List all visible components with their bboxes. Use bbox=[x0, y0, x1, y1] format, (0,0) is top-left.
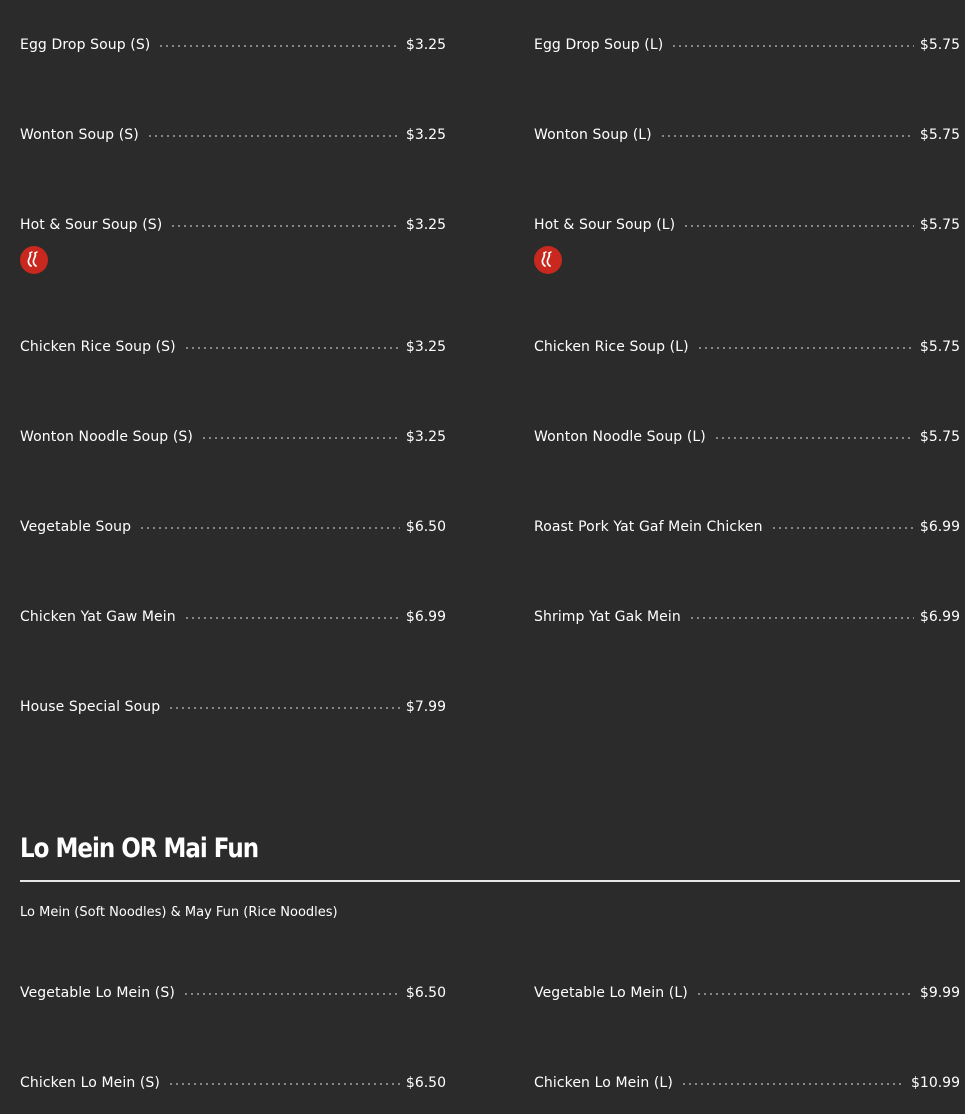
item-name: Chicken Rice Soup (S) bbox=[20, 339, 176, 355]
dot-leader bbox=[683, 225, 914, 227]
item-price: $10.99 bbox=[911, 1075, 960, 1091]
dot-leader bbox=[688, 617, 914, 619]
dot-leader bbox=[695, 993, 914, 995]
dot-leader bbox=[713, 437, 914, 439]
menu-item[interactable]: Egg Drop Soup (S) $3.25 bbox=[20, 37, 446, 59]
menu-item[interactable]: House Special Soup $7.99 bbox=[20, 699, 446, 721]
item-name: Wonton Soup (L) bbox=[534, 127, 652, 143]
menu-item[interactable]: Wonton Soup (S) $3.25 bbox=[20, 127, 446, 149]
menu-item[interactable]: Chicken Lo Mein (L) $10.99 bbox=[534, 1075, 960, 1097]
item-price: $7.99 bbox=[405, 699, 446, 715]
item-name: Wonton Soup (S) bbox=[20, 127, 139, 143]
item-name: Vegetable Soup bbox=[20, 519, 132, 535]
item-name: Hot & Sour Soup (S) bbox=[20, 217, 163, 233]
menu-item[interactable]: Chicken Rice Soup (S) $3.25 bbox=[20, 339, 446, 361]
item-price: $3.25 bbox=[405, 37, 446, 53]
dot-leader bbox=[168, 707, 400, 709]
dot-leader bbox=[167, 1083, 400, 1085]
item-price: $5.75 bbox=[919, 339, 960, 355]
item-name: Hot & Sour Soup (L) bbox=[534, 217, 676, 233]
item-price: $6.50 bbox=[405, 985, 446, 1001]
item-price: $3.25 bbox=[405, 429, 446, 445]
item-price: $5.75 bbox=[919, 217, 960, 233]
item-name: Vegetable Lo Mein (L) bbox=[534, 985, 688, 1001]
item-name: Chicken Lo Mein (L) bbox=[534, 1075, 673, 1091]
chili-pepper-icon bbox=[20, 246, 48, 274]
menu-item[interactable]: Vegetable Lo Mein (L) $9.99 bbox=[534, 985, 960, 1007]
menu-item[interactable]: Egg Drop Soup (L) $5.75 bbox=[534, 37, 960, 59]
item-name: Egg Drop Soup (S) bbox=[20, 37, 151, 53]
menu-item[interactable]: Roast Pork Yat Gaf Mein Chicken $6.99 bbox=[534, 519, 960, 541]
menu-item[interactable]: Chicken Yat Gaw Mein $6.99 bbox=[20, 609, 446, 631]
dot-leader bbox=[183, 617, 400, 619]
dot-leader bbox=[770, 527, 914, 529]
dot-leader bbox=[200, 437, 400, 439]
item-price: $3.25 bbox=[405, 127, 446, 143]
section-title: Lo Mein OR Mai Fun bbox=[20, 834, 259, 864]
dot-leader bbox=[139, 527, 400, 529]
item-price: $3.25 bbox=[405, 339, 446, 355]
dot-leader bbox=[183, 347, 400, 349]
item-price: $6.99 bbox=[919, 519, 960, 535]
section-divider bbox=[20, 880, 960, 882]
dot-leader bbox=[146, 135, 400, 137]
dot-leader bbox=[170, 225, 400, 227]
item-name: Chicken Rice Soup (L) bbox=[534, 339, 689, 355]
chili-pepper-icon bbox=[534, 246, 562, 274]
item-name: Shrimp Yat Gak Mein bbox=[534, 609, 681, 625]
item-name: Wonton Noodle Soup (S) bbox=[20, 429, 193, 445]
item-name: House Special Soup bbox=[20, 699, 161, 715]
item-name: Wonton Noodle Soup (L) bbox=[534, 429, 706, 445]
menu-item[interactable]: Hot & Sour Soup (L) $5.75 bbox=[534, 217, 960, 274]
dot-leader bbox=[659, 135, 914, 137]
item-price: $3.25 bbox=[405, 217, 446, 233]
dot-leader bbox=[696, 347, 914, 349]
item-name: Egg Drop Soup (L) bbox=[534, 37, 664, 53]
item-name: Vegetable Lo Mein (S) bbox=[20, 985, 175, 1001]
item-name: Chicken Lo Mein (S) bbox=[20, 1075, 160, 1091]
menu-item[interactable]: Wonton Noodle Soup (L) $5.75 bbox=[534, 429, 960, 451]
item-price: $5.75 bbox=[919, 429, 960, 445]
dot-leader bbox=[680, 1083, 905, 1085]
menu-item[interactable]: Wonton Noodle Soup (S) $3.25 bbox=[20, 429, 446, 451]
menu-item[interactable]: Vegetable Lo Mein (S) $6.50 bbox=[20, 985, 446, 1007]
dot-leader bbox=[671, 45, 914, 47]
menu-item[interactable]: Wonton Soup (L) $5.75 bbox=[534, 127, 960, 149]
menu-item[interactable]: Chicken Lo Mein (S) $6.50 bbox=[20, 1075, 446, 1097]
item-price: $5.75 bbox=[919, 37, 960, 53]
menu-item[interactable]: Shrimp Yat Gak Mein $6.99 bbox=[534, 609, 960, 631]
section-description: Lo Mein (Soft Noodles) & May Fun (Rice N… bbox=[20, 905, 338, 920]
item-price: $6.99 bbox=[919, 609, 960, 625]
menu-item[interactable]: Hot & Sour Soup (S) $3.25 bbox=[20, 217, 446, 274]
dot-leader bbox=[182, 993, 400, 995]
menu-item[interactable]: Vegetable Soup $6.50 bbox=[20, 519, 446, 541]
menu-item[interactable]: Chicken Rice Soup (L) $5.75 bbox=[534, 339, 960, 361]
item-name: Chicken Yat Gaw Mein bbox=[20, 609, 176, 625]
item-price: $5.75 bbox=[919, 127, 960, 143]
item-price: $6.50 bbox=[405, 519, 446, 535]
item-price: $6.99 bbox=[405, 609, 446, 625]
item-price: $6.50 bbox=[405, 1075, 446, 1091]
item-price: $9.99 bbox=[919, 985, 960, 1001]
item-name: Roast Pork Yat Gaf Mein Chicken bbox=[534, 519, 763, 535]
dot-leader bbox=[158, 45, 400, 47]
